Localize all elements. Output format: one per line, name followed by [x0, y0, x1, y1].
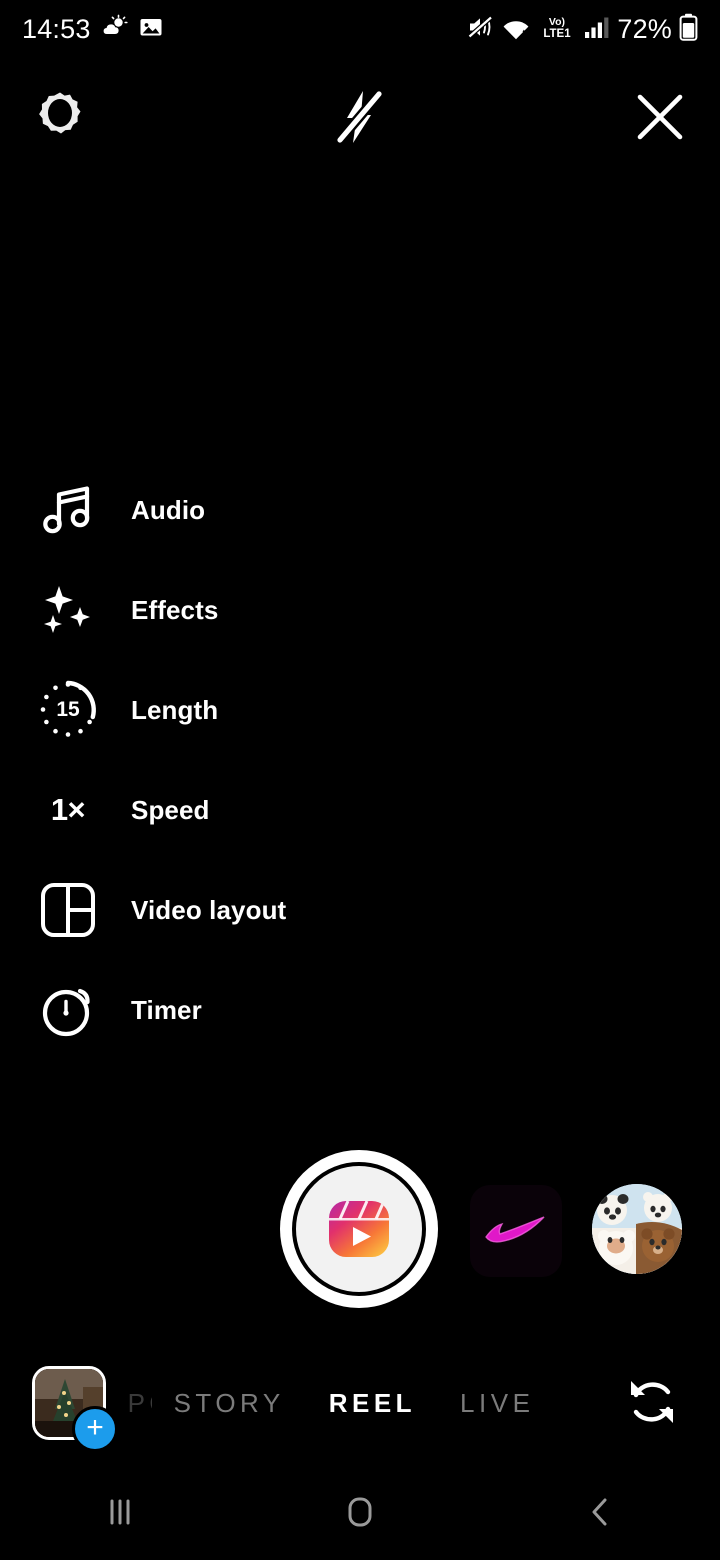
camera-tool-menu: Audio Effects 15 Length 1× Speed Video l… [0, 460, 400, 1060]
status-bar-left: 14:53 [22, 14, 163, 45]
tool-label-video-layout: Video layout [131, 894, 287, 925]
camera-bottom-bar: + POST STORY REEL LIVE [0, 1358, 720, 1466]
tool-row-timer[interactable]: Timer [0, 960, 400, 1060]
length-dial-icon: 15 [18, 660, 118, 760]
status-bar-right: Vo) LTE1 72% [467, 13, 698, 46]
camera-flip-button[interactable] [610, 1366, 694, 1442]
close-button[interactable] [620, 79, 700, 159]
tab-story[interactable]: STORY [152, 1388, 307, 1419]
camera-flip-icon [623, 1373, 681, 1436]
wifi-icon [502, 14, 530, 45]
camera-top-bar [0, 79, 720, 159]
stopwatch-icon [18, 960, 118, 1060]
nav-home-button[interactable] [240, 1468, 480, 1560]
sparkles-icon [18, 560, 118, 660]
neon-swoosh-icon [478, 1209, 554, 1254]
home-icon [339, 1491, 381, 1538]
tab-live[interactable]: LIVE [438, 1388, 556, 1419]
tool-row-effects[interactable]: Effects [0, 560, 400, 660]
android-nav-bar [0, 1468, 720, 1560]
recents-icon [99, 1491, 141, 1538]
shutter-inner-disc [292, 1162, 426, 1296]
tab-reel[interactable]: REEL [307, 1388, 438, 1419]
reels-clapper-icon [322, 1192, 396, 1266]
effect-tile-swoosh[interactable] [470, 1185, 562, 1277]
tool-row-audio[interactable]: Audio [0, 460, 400, 560]
svg-text:LTE1: LTE1 [544, 28, 572, 40]
volte-icon: Vo) LTE1 [537, 14, 577, 45]
music-note-icon [18, 460, 118, 560]
tool-row-speed[interactable]: 1× Speed [0, 760, 400, 860]
svg-text:Vo): Vo) [549, 16, 565, 28]
shutter-button[interactable] [280, 1150, 438, 1308]
battery-percent-label: 72% [617, 13, 672, 44]
tab-post[interactable]: POST [124, 1388, 152, 1419]
camera-mode-tabs: POST STORY REEL LIVE [120, 1358, 560, 1448]
tool-label-timer: Timer [131, 994, 202, 1025]
tool-row-length[interactable]: 15 Length [0, 660, 400, 760]
gallery-button[interactable]: + [32, 1366, 118, 1452]
status-bar: 14:53 Vo) LTE1 72% [0, 0, 720, 58]
back-icon [579, 1491, 621, 1538]
weather-sun-cloud-icon [102, 14, 128, 45]
tool-row-video-layout[interactable]: Video layout [0, 860, 400, 960]
gallery-notification-icon [139, 15, 163, 44]
effect-creator-avatar[interactable] [592, 1184, 682, 1274]
tool-label-effects: Effects [131, 594, 219, 625]
signal-bars-icon [584, 14, 610, 45]
settings-button[interactable] [20, 79, 100, 159]
tool-label-length: Length [131, 694, 219, 725]
speed-icon: 1× [18, 760, 118, 860]
nav-back-button[interactable] [480, 1468, 720, 1560]
tool-label-audio: Audio [131, 494, 206, 525]
tool-label-speed: Speed [131, 794, 210, 825]
battery-icon [679, 13, 698, 46]
video-layout-icon [18, 860, 118, 960]
length-value-label: 15 [56, 698, 80, 721]
gear-icon [34, 90, 86, 149]
plus-badge-label: + [86, 1410, 104, 1444]
status-bar-clock: 14:53 [22, 13, 91, 44]
close-icon [634, 91, 686, 148]
instagram-reels-camera-screen: 14:53 Vo) LTE1 72% Audio Effects 15 Leng… [0, 0, 720, 1560]
speed-value-label: 1× [50, 792, 86, 827]
vibrate-mute-icon [467, 14, 495, 45]
add-to-story-badge[interactable]: + [72, 1406, 118, 1452]
flash-toggle-button[interactable] [320, 79, 400, 159]
nav-recents-button[interactable] [0, 1468, 240, 1560]
flash-off-icon [332, 88, 388, 151]
